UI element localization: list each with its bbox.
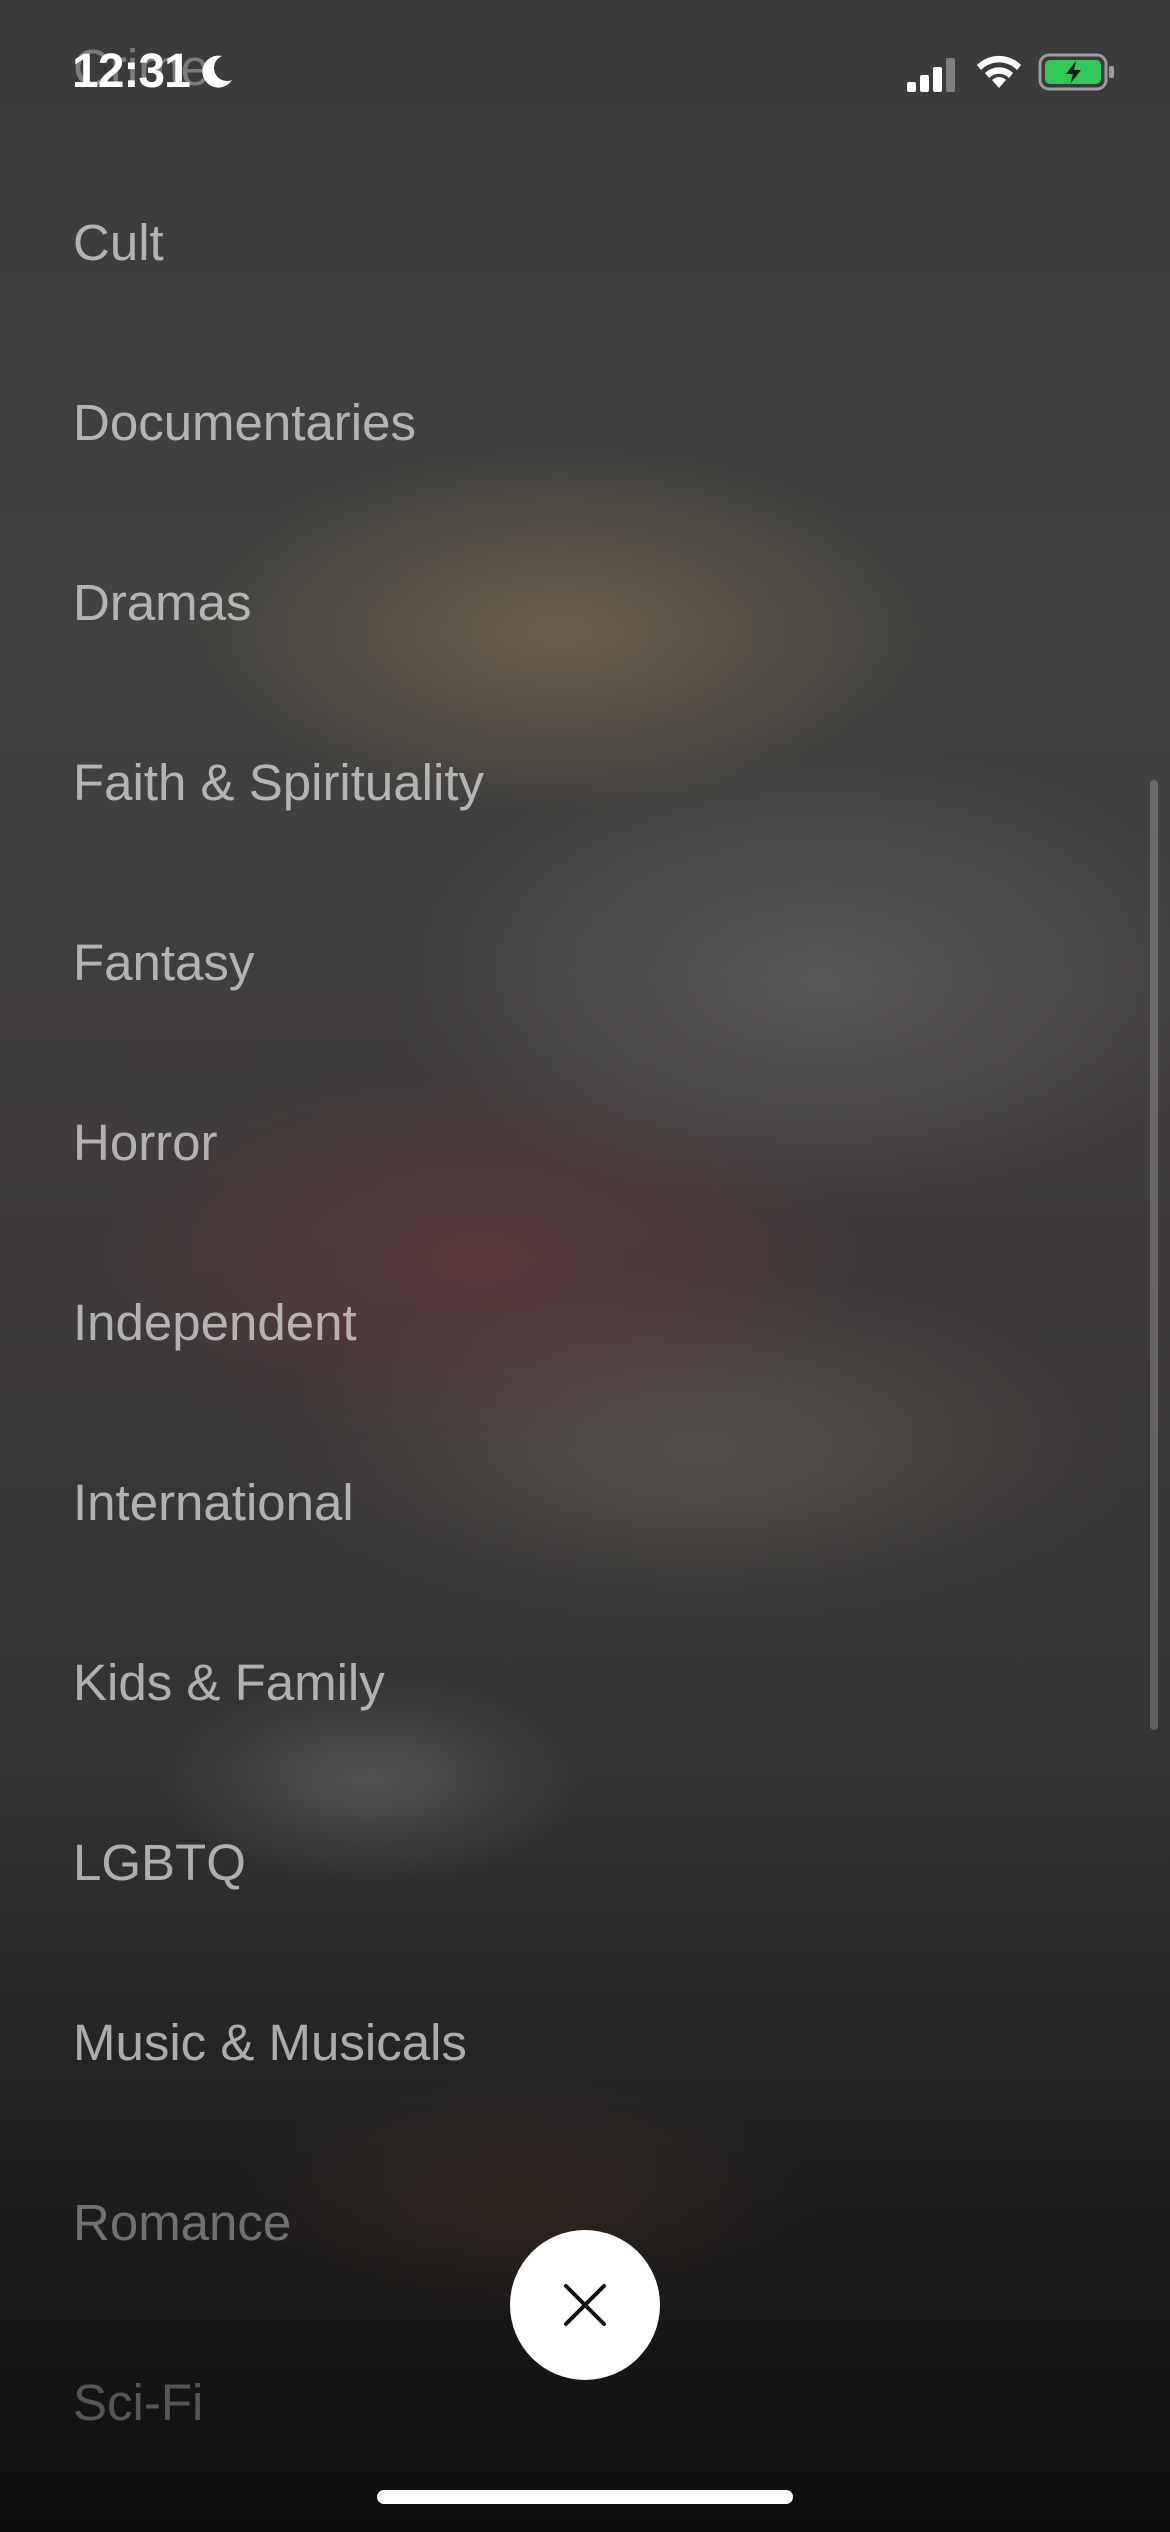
genre-item-documentaries[interactable]: Documentaries bbox=[73, 393, 416, 452]
moon-icon bbox=[202, 55, 232, 88]
genre-item-faith-spirituality[interactable]: Faith & Spirituality bbox=[73, 753, 484, 812]
genre-item-independent[interactable]: Independent bbox=[73, 1293, 357, 1352]
genre-item-music-musicals[interactable]: Music & Musicals bbox=[73, 2013, 467, 2072]
genre-item-romance[interactable]: Romance bbox=[73, 2193, 291, 2252]
cellular-signal-icon bbox=[907, 58, 955, 92]
battery-charging-icon bbox=[1038, 53, 1114, 91]
status-bar: 12:31 bbox=[0, 0, 1170, 150]
genre-item-cult[interactable]: Cult bbox=[73, 213, 164, 272]
genre-item-lgbtq[interactable]: LGBTQ bbox=[73, 1833, 246, 1892]
genre-item-horror[interactable]: Horror bbox=[73, 1113, 218, 1172]
close-icon bbox=[564, 2284, 606, 2326]
close-button[interactable] bbox=[510, 2230, 660, 2380]
genre-item-international[interactable]: International bbox=[73, 1473, 354, 1532]
status-time: 12:31 bbox=[72, 45, 191, 98]
genre-item-dramas[interactable]: Dramas bbox=[73, 573, 252, 632]
genre-item-sci-fi[interactable]: Sci-Fi bbox=[73, 2373, 203, 2432]
genre-menu-screen: Crime Cult Documentaries Dramas Faith & … bbox=[0, 0, 1170, 2532]
genre-item-fantasy[interactable]: Fantasy bbox=[73, 933, 254, 992]
wifi-icon bbox=[977, 55, 1021, 88]
home-indicator[interactable] bbox=[377, 2490, 793, 2504]
scrollbar[interactable] bbox=[1150, 780, 1158, 1730]
genre-item-kids-family[interactable]: Kids & Family bbox=[73, 1653, 385, 1712]
